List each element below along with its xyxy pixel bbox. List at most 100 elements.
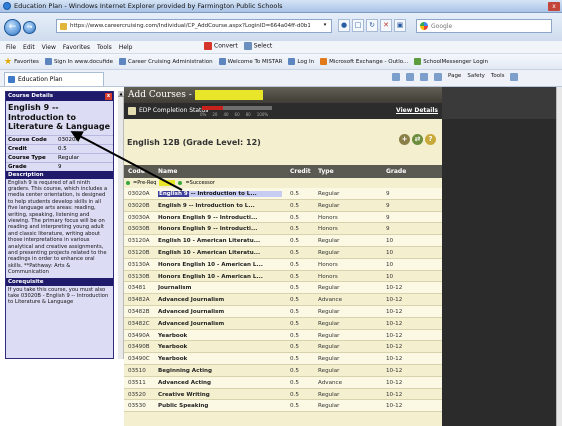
back-arrow-icon[interactable]: ← <box>4 18 21 36</box>
menu-edit[interactable]: Edit <box>23 44 35 51</box>
table-row[interactable]: 03030A Honors English 9 -- Introducti... 0… <box>124 211 442 224</box>
close-details-icon[interactable]: x <box>105 93 112 100</box>
fav-schoolmessenger[interactable]: SchoolMessenger Login <box>414 58 488 65</box>
help-icon[interactable]: ? <box>425 134 436 145</box>
col-code[interactable]: Code <box>128 168 145 175</box>
course-name-link[interactable]: Honors English 9 -- Introducti... <box>158 226 282 232</box>
fav-docufide[interactable]: Sign In www.docufide <box>44 58 113 65</box>
feeds-icon[interactable] <box>406 73 414 81</box>
convert-button[interactable]: Convert <box>204 42 238 50</box>
url-dropdown-icon[interactable]: ▾ <box>321 22 329 30</box>
search-input[interactable] <box>431 22 541 30</box>
command-tools[interactable]: Tools <box>491 73 505 81</box>
course-details-header: Course Details x <box>6 92 113 101</box>
course-type: Regular <box>318 249 340 256</box>
course-name-link[interactable]: Honors English 10 - American L... <box>158 262 282 268</box>
col-type[interactable]: Type <box>318 168 334 175</box>
menu-favorites[interactable]: Favorites <box>63 44 90 51</box>
scale-tick: 20 <box>212 112 218 117</box>
course-grade: 10 <box>386 261 394 268</box>
tab-education-plan[interactable]: Education Plan <box>4 72 104 86</box>
swap-course-icon[interactable]: ⇄ <box>412 134 423 145</box>
table-row[interactable]: 03482A Advanced Journalism 0.5 Advance 10-12 <box>124 294 442 306</box>
table-row[interactable]: 03482C Advanced Journalism 0.5 Regular 10-12 <box>124 318 442 330</box>
print-icon[interactable] <box>434 73 442 81</box>
search-box[interactable] <box>416 19 552 33</box>
menu-file[interactable]: File <box>6 44 16 51</box>
view-details-link[interactable]: View Details <box>396 107 438 114</box>
table-row[interactable]: 03020A English 9 -- Introduction to L... 0… <box>124 188 442 200</box>
course-name-link[interactable]: Public Speaking <box>158 403 282 409</box>
course-grade: 10-12 <box>386 285 403 292</box>
course-title: English 9 -- Introduction to Literature … <box>8 103 111 131</box>
col-name[interactable]: Name <box>158 168 177 175</box>
lock-icon <box>60 22 67 30</box>
page-scrollbar[interactable] <box>556 87 562 426</box>
select-button[interactable]: Select <box>243 42 272 50</box>
course-name-link[interactable]: English 10 - American Literatu... <box>158 250 282 256</box>
course-name-link[interactable]: Creative Writing <box>158 392 282 398</box>
compat-view-icon[interactable]: □ <box>352 19 364 32</box>
feed-icon[interactable]: ▣ <box>394 19 406 32</box>
table-row[interactable]: 03482B Advanced Journalism 0.5 Regular 10-12 <box>124 305 442 318</box>
add-course-icon[interactable]: + <box>399 134 410 145</box>
table-row[interactable]: 03120A English 10 - American Literatu... 0… <box>124 235 442 247</box>
table-row[interactable]: 03510 Beginning Acting 0.5 Regular 10-12 <box>124 365 442 377</box>
command-safety[interactable]: Safety <box>467 73 485 81</box>
course-name-link[interactable]: English 9 -- Introduction to L... <box>158 191 282 197</box>
table-row[interactable]: 03520 Creative Writing 0.5 Regular 10-12 <box>124 389 442 401</box>
stop-icon[interactable]: ✕ <box>380 19 392 32</box>
course-name-link[interactable]: Yearbook <box>158 333 282 339</box>
outlook-icon <box>320 58 328 65</box>
url-field[interactable]: https://www.careercruising.com/Individua… <box>56 19 332 33</box>
mail-icon[interactable] <box>420 73 428 81</box>
col-grade[interactable]: Grade <box>386 168 406 175</box>
table-row[interactable]: 03130A Honors English 10 - American L... 0… <box>124 258 442 271</box>
table-row[interactable]: 03490C Yearbook 0.5 Regular 10-12 <box>124 353 442 365</box>
help-icon[interactable] <box>510 73 519 81</box>
url-text[interactable]: https://www.careercruising.com/Individua… <box>70 23 310 29</box>
table-row[interactable]: 03030B Honors English 9 -- Introducti... 0… <box>124 223 442 236</box>
favorites-button[interactable]: ★ Favorites <box>4 57 39 67</box>
refresh-icon[interactable]: ↻ <box>366 19 378 32</box>
home-icon[interactable] <box>392 73 400 81</box>
menu-tools[interactable]: Tools <box>97 44 112 51</box>
command-page[interactable]: Page <box>448 73 461 81</box>
table-row[interactable]: 03120B English 10 - American Literatu... 0… <box>124 247 442 259</box>
course-grade: 9 <box>386 226 390 233</box>
table-row[interactable]: 03020B English 9 -- Introduction to L... 0… <box>124 200 442 212</box>
course-code: 03490B <box>128 344 150 351</box>
fav-mistar[interactable]: Welcome To MISTAR <box>218 58 282 65</box>
course-name-link[interactable]: Advanced Acting <box>158 380 282 386</box>
table-row[interactable]: 03511 Advanced Acting 0.5 Advance 10-12 <box>124 376 442 389</box>
course-type: Regular <box>318 344 340 351</box>
course-name-link[interactable]: English 10 - American Literatu... <box>158 238 282 244</box>
course-name-link[interactable]: Yearbook <box>158 356 282 362</box>
course-name-link[interactable]: Advanced Journalism <box>158 297 282 303</box>
course-name-link[interactable]: English 9 -- Introduction to L... <box>158 203 282 209</box>
course-name-link[interactable]: Journalism <box>158 285 282 291</box>
course-name-link[interactable]: Advanced Journalism <box>158 309 282 315</box>
menu-view[interactable]: View <box>42 44 56 51</box>
course-name-link[interactable]: Honors English 10 - American L... <box>158 274 282 280</box>
col-credit[interactable]: Credit <box>290 168 311 175</box>
fav-log-in[interactable]: Log In <box>288 58 314 65</box>
course-credit: 0.5 <box>290 332 299 339</box>
table-row[interactable]: 03490B Yearbook 0.5 Regular 10-12 <box>124 341 442 354</box>
lock-status-icon[interactable]: ● <box>338 19 350 32</box>
table-row[interactable]: 03130B Honors English 10 - American L... 0… <box>124 271 442 283</box>
course-name-link[interactable]: Beginning Acting <box>158 368 282 374</box>
fav-exchange[interactable]: Microsoft Exchange - Outlo... <box>320 58 408 65</box>
forward-arrow-icon[interactable]: → <box>23 20 36 34</box>
course-name-link[interactable]: Advanced Journalism <box>158 321 282 327</box>
table-row[interactable]: 03490A Yearbook 0.5 Regular 10-12 <box>124 329 442 342</box>
window-close-button[interactable]: x <box>548 2 560 11</box>
course-name-link[interactable]: Honors English 9 -- Introducti... <box>158 215 282 221</box>
fav-career-cruising-admin[interactable]: Career Cruising Administration <box>118 58 213 65</box>
course-credit: 0.5 <box>290 238 299 245</box>
right-sidebar-top <box>442 87 556 119</box>
table-row[interactable]: 03481 Journalism 0.5 Regular 10-12 <box>124 282 442 295</box>
course-name-link[interactable]: Yearbook <box>158 344 282 350</box>
table-row[interactable]: 03530 Public Speaking 0.5 Regular 10-12 <box>124 400 442 413</box>
menu-help[interactable]: Help <box>119 44 133 51</box>
